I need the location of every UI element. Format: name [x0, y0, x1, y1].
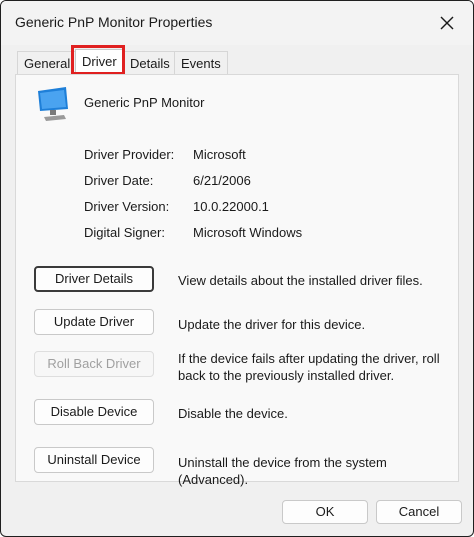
disable-device-description: Disable the device. — [178, 406, 288, 421]
info-value: Microsoft — [193, 147, 246, 162]
driver-details-button[interactable]: Driver Details — [34, 266, 154, 292]
disable-device-button[interactable]: Disable Device — [34, 399, 154, 425]
tab-events[interactable]: Events — [174, 51, 228, 75]
cancel-button[interactable]: Cancel — [376, 500, 462, 524]
tab-driver[interactable]: Driver — [75, 49, 124, 75]
driver-details-description: View details about the installed driver … — [178, 273, 423, 288]
tab-details[interactable]: Details — [123, 51, 177, 75]
info-label: Driver Provider: — [84, 147, 175, 162]
monitor-icon — [38, 87, 68, 121]
driver-panel: Generic PnP Monitor Driver Provider: Mic… — [15, 74, 459, 487]
info-value: Microsoft Windows — [193, 225, 303, 240]
close-button[interactable] — [437, 13, 457, 33]
info-value: 6/21/2006 — [193, 173, 251, 188]
close-icon — [440, 16, 454, 30]
window-title: Generic PnP Monitor Properties — [15, 14, 213, 30]
info-value: 10.0.22000.1 — [193, 199, 269, 214]
tab-general[interactable]: General — [17, 51, 78, 75]
uninstall-device-description: Uninstall the device from the system (Ad… — [178, 455, 387, 487]
properties-dialog: Generic PnP Monitor Properties General D… — [0, 0, 474, 537]
device-name: Generic PnP Monitor — [84, 95, 205, 110]
info-label: Driver Date: — [84, 173, 154, 188]
tab-bar: General Driver Details Events — [17, 49, 457, 75]
uninstall-device-button[interactable]: Uninstall Device — [34, 447, 154, 473]
roll-back-driver-description: If the device fails after updating the d… — [178, 351, 440, 383]
info-label: Digital Signer: — [84, 225, 165, 240]
info-label: Driver Version: — [84, 199, 170, 214]
ok-button[interactable]: OK — [282, 500, 368, 524]
title-bar: Generic PnP Monitor Properties — [1, 1, 473, 45]
update-driver-button[interactable]: Update Driver — [34, 309, 154, 335]
update-driver-description: Update the driver for this device. — [178, 317, 366, 332]
roll-back-driver-button: Roll Back Driver — [34, 351, 154, 377]
